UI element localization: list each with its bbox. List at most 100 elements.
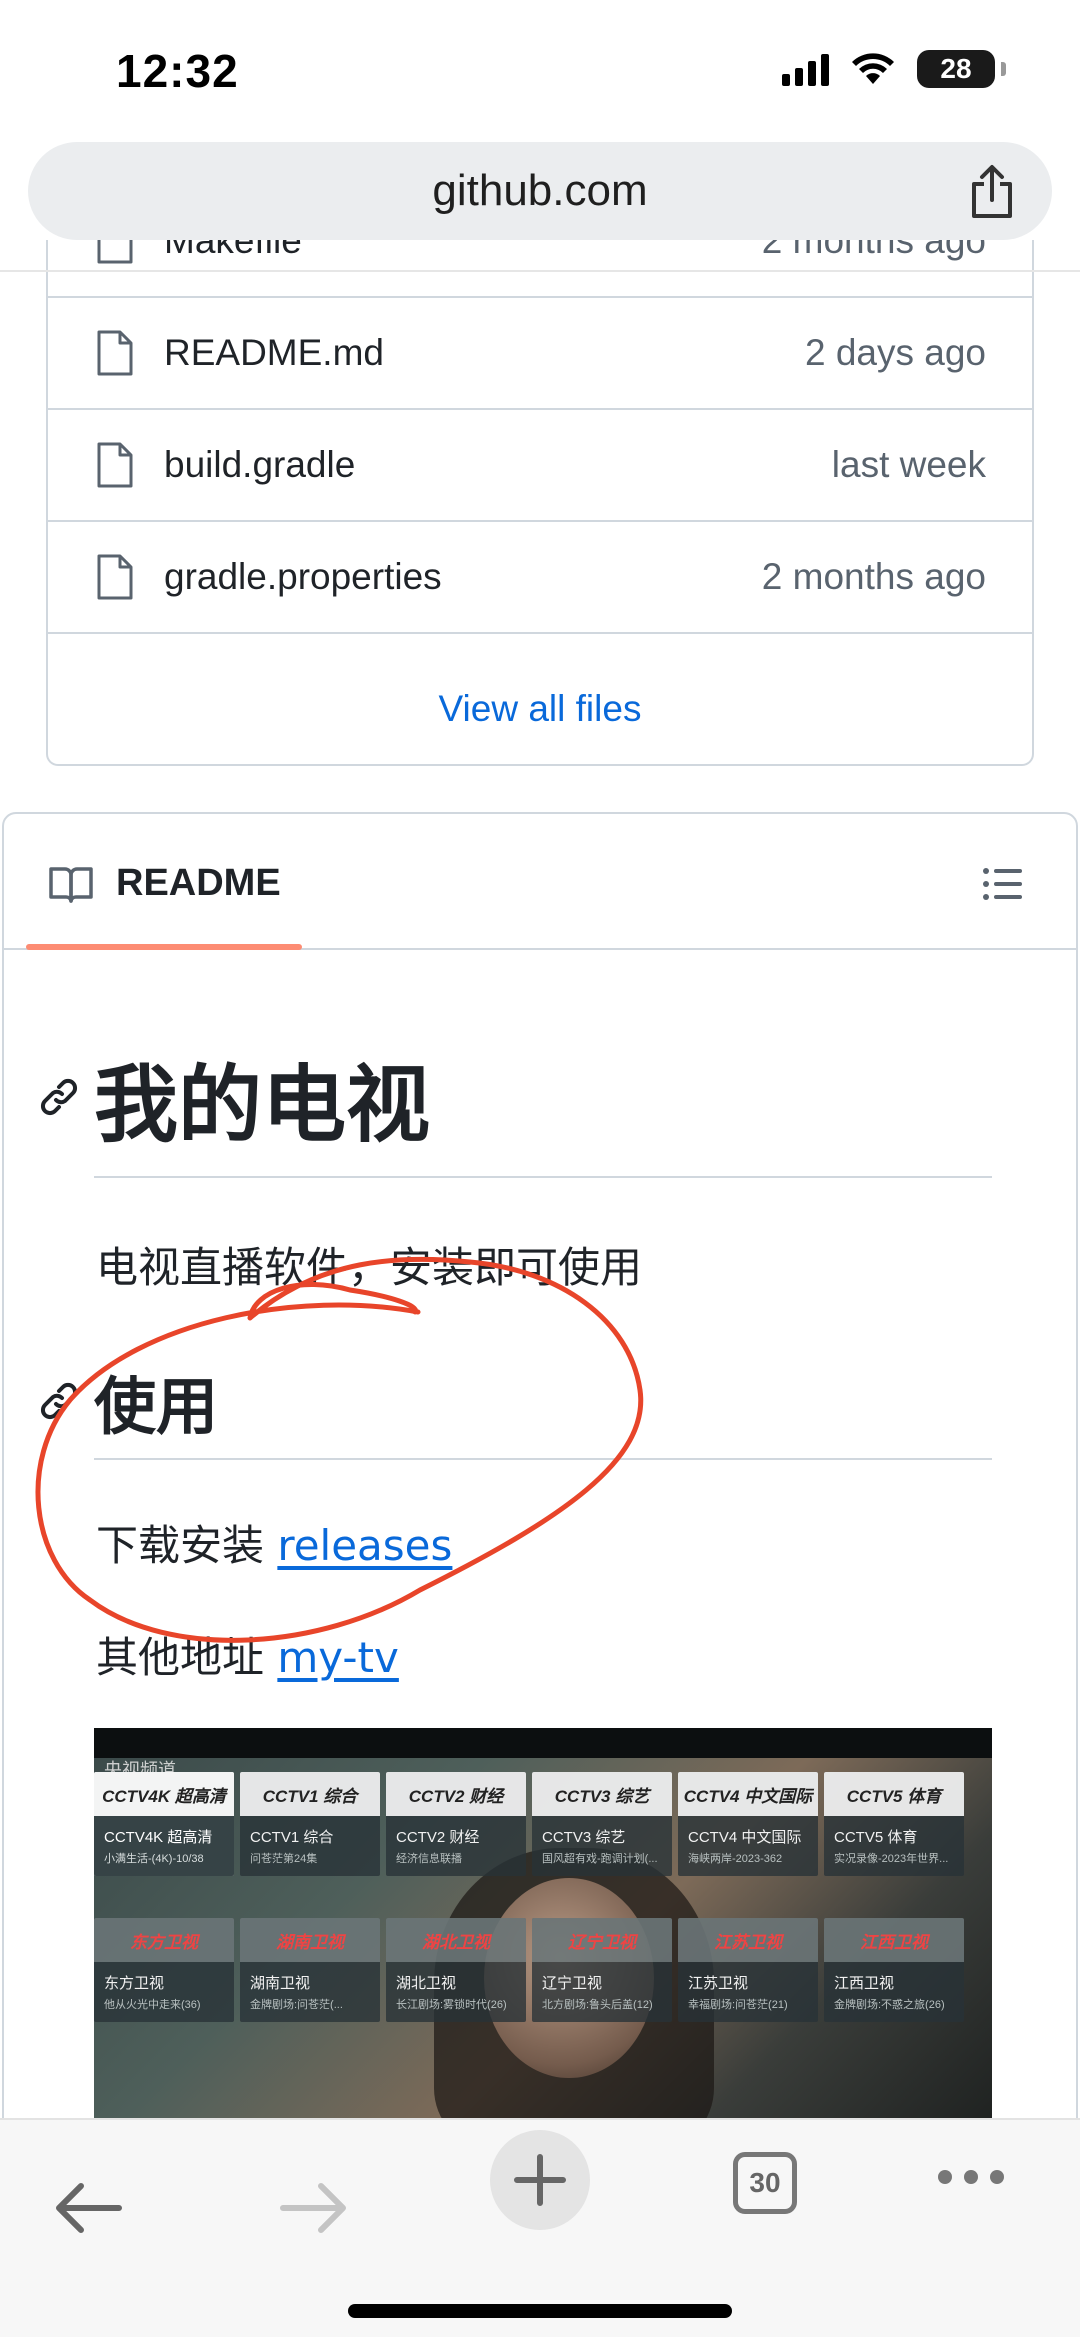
tv-channel-tile: 江苏卫视 江苏卫视 幸福剧场:问苍茫(21) (678, 1918, 818, 2022)
channel-name: 辽宁卫视 (542, 1975, 603, 1992)
readme-heading-1: 我的电视 (94, 1056, 431, 1154)
tab-switcher-button[interactable]: 30 (733, 2152, 797, 2214)
tv-channel-tile: CCTV2 财经 CCTV2 财经经济信息联播 (386, 1772, 526, 1876)
tv-channel-tile: 辽宁卫视 辽宁卫视 北方剧场:鲁头后盖(12) (532, 1918, 672, 2022)
file-name[interactable]: README.md (164, 332, 384, 374)
channel-name: 江苏卫视 (688, 1975, 749, 1992)
channel-logo: 东方卫视 (94, 1918, 234, 1962)
intro-text: 电视直播软件，安装即可使用 (96, 1243, 643, 1292)
battery-level: 28 (940, 53, 972, 84)
channel-logo: 江苏卫视 (678, 1918, 818, 1962)
channel-name: CCTV4K 超高清 (104, 1829, 213, 1846)
channel-logo: 湖南卫视 (240, 1918, 380, 1962)
wifi-icon (852, 53, 894, 84)
file-name[interactable]: build.gradle (164, 444, 355, 486)
channel-program: 经济信息联播 (396, 1853, 462, 1865)
channel-name: CCTV2 财经 (396, 1829, 480, 1846)
back-button[interactable] (40, 2160, 136, 2256)
home-indicator[interactable] (348, 2304, 732, 2318)
tv-channel-row: CCTV4K 超高清 CCTV4K 超高清 小满生活-(4K)-10/38 CCTV… (94, 1772, 964, 1876)
file-icon (97, 330, 133, 376)
anchor-link-icon[interactable] (38, 1076, 80, 1118)
table-of-contents-icon[interactable] (982, 866, 1024, 902)
channel-name: CCTV5 体育 (834, 1829, 918, 1846)
file-icon (97, 240, 133, 264)
forward-arrow-icon[interactable] (279, 2181, 349, 2235)
channel-program: 国风超有戏-跑调计划(... (542, 1853, 658, 1865)
file-icon (97, 554, 133, 600)
tv-channel-tile: 湖南卫视 湖南卫视 金牌剧场:问苍茫(... (240, 1918, 380, 2022)
channel-logo: CCTV4 中文国际 (678, 1772, 818, 1816)
anchor-link-icon[interactable] (38, 1380, 80, 1422)
file-date: 2 months ago (761, 240, 986, 261)
releases-link[interactable]: releases (277, 1521, 452, 1570)
cellular-signal-icon (782, 52, 829, 86)
share-icon[interactable] (966, 164, 1018, 220)
tv-channel-tile: 湖北卫视 湖北卫视 长江剧场:雾锁时代(26) (386, 1918, 526, 2022)
tv-channel-tile: 东方卫视 东方卫视 他从火光中走来(36) (94, 1918, 234, 2022)
tv-channel-tile: CCTV4K 超高清 CCTV4K 超高清 小满生活-(4K)-10/38 (94, 1772, 234, 1876)
book-icon (49, 867, 93, 903)
download-line: 下载安装 releases (96, 1512, 452, 1573)
file-date: 2 months ago (761, 556, 986, 597)
channel-name: 湖南卫视 (250, 1975, 311, 1992)
status-time: 12:32 (116, 45, 239, 97)
battery-icon: 28 (917, 50, 995, 88)
forward-button[interactable] (266, 2160, 362, 2256)
file-row[interactable]: README.md 2 days ago (48, 298, 1032, 410)
new-tab-button[interactable] (490, 2130, 590, 2230)
back-arrow-icon[interactable] (53, 2181, 123, 2235)
channel-logo: CCTV2 财经 (386, 1772, 526, 1816)
heading-divider (94, 1458, 992, 1460)
readme-header: README (4, 814, 1076, 950)
channel-logo: 湖北卫视 (386, 1918, 526, 1962)
channel-program: 海峡两岸-2023-362 (688, 1853, 783, 1865)
status-icons: 28 (782, 50, 1006, 88)
channel-name: 江西卫视 (834, 1975, 895, 1992)
download-label: 下载安装 (96, 1521, 278, 1570)
channel-program: 长江剧场:雾锁时代(26) (396, 1999, 507, 2011)
channel-program: 金牌剧场:不惑之旅(26) (834, 1999, 945, 2011)
channel-name: 东方卫视 (104, 1975, 165, 1992)
tv-channel-row: 东方卫视 东方卫视 他从火光中走来(36) 湖南卫视 湖南卫视 金牌剧场:问苍茫(...… (94, 1918, 964, 2022)
channel-program: 北方剧场:鲁头后盖(12) (542, 1999, 653, 2011)
file-icon (97, 442, 133, 488)
channel-name: CCTV1 综合 (250, 1829, 334, 1846)
tv-app-screenshot: 央视频道 CCTV4K 超高清 CCTV4K 超高清 小满生活-(4K)-10/38… (94, 1728, 992, 2148)
my-tv-link[interactable]: my-tv (277, 1633, 399, 1682)
topbar-divider (0, 270, 1080, 272)
channel-name: CCTV3 综艺 (542, 1829, 626, 1846)
file-name[interactable]: Makefile (164, 240, 302, 262)
tv-channel-tile: CCTV3 综艺 CCTV3 综艺 国风超有戏-跑调计划(... (532, 1772, 672, 1876)
channel-logo: 辽宁卫视 (532, 1918, 672, 1962)
file-row[interactable]: gradle.properties 2 months ago (48, 522, 1032, 634)
file-row[interactable]: Makefile 2 months ago (48, 240, 1032, 298)
url-text[interactable]: github.com (432, 166, 647, 216)
address-bar[interactable]: github.com (28, 142, 1052, 240)
heading-divider (94, 1176, 992, 1178)
readme-heading-2: 使用 (94, 1370, 219, 1443)
other-address-line: 其他地址 my-tv (96, 1624, 399, 1685)
file-list: Makefile 2 months ago README.md 2 days a… (46, 240, 1034, 766)
active-tab-underline (26, 944, 302, 950)
file-row[interactable]: build.gradle last week (48, 410, 1032, 522)
battery-cap (1001, 62, 1006, 76)
channel-program: 金牌剧场:问苍茫(... (250, 1999, 343, 2011)
file-date: 2 days ago (804, 332, 986, 373)
channel-logo: CCTV5 体育 (824, 1772, 964, 1816)
channel-name: 湖北卫视 (396, 1975, 457, 1992)
channel-logo: 江西卫视 (824, 1918, 964, 1962)
tv-channel-tile: 江西卫视 江西卫视 金牌剧场:不惑之旅(26) (824, 1918, 964, 2022)
view-all-files-link[interactable]: View all files (48, 654, 1032, 764)
channel-program: 幸福剧场:问苍茫(21) (688, 1999, 788, 2011)
plus-icon[interactable] (513, 2153, 567, 2207)
readme-tab[interactable]: README (116, 862, 281, 905)
channel-program: 问苍茫第24集 (250, 1853, 318, 1865)
other-address-label: 其他地址 (96, 1633, 278, 1682)
file-name[interactable]: gradle.properties (164, 556, 442, 598)
file-date: last week (831, 444, 986, 485)
channel-program: 实况录像-2023年世界... (834, 1853, 949, 1865)
more-options-icon[interactable] (938, 2170, 1004, 2184)
readme-card: README 我的电视 电视直播软件，安装即可使用 使用 下载安装 releas… (2, 812, 1078, 2337)
channel-logo: CCTV1 综合 (240, 1772, 380, 1816)
